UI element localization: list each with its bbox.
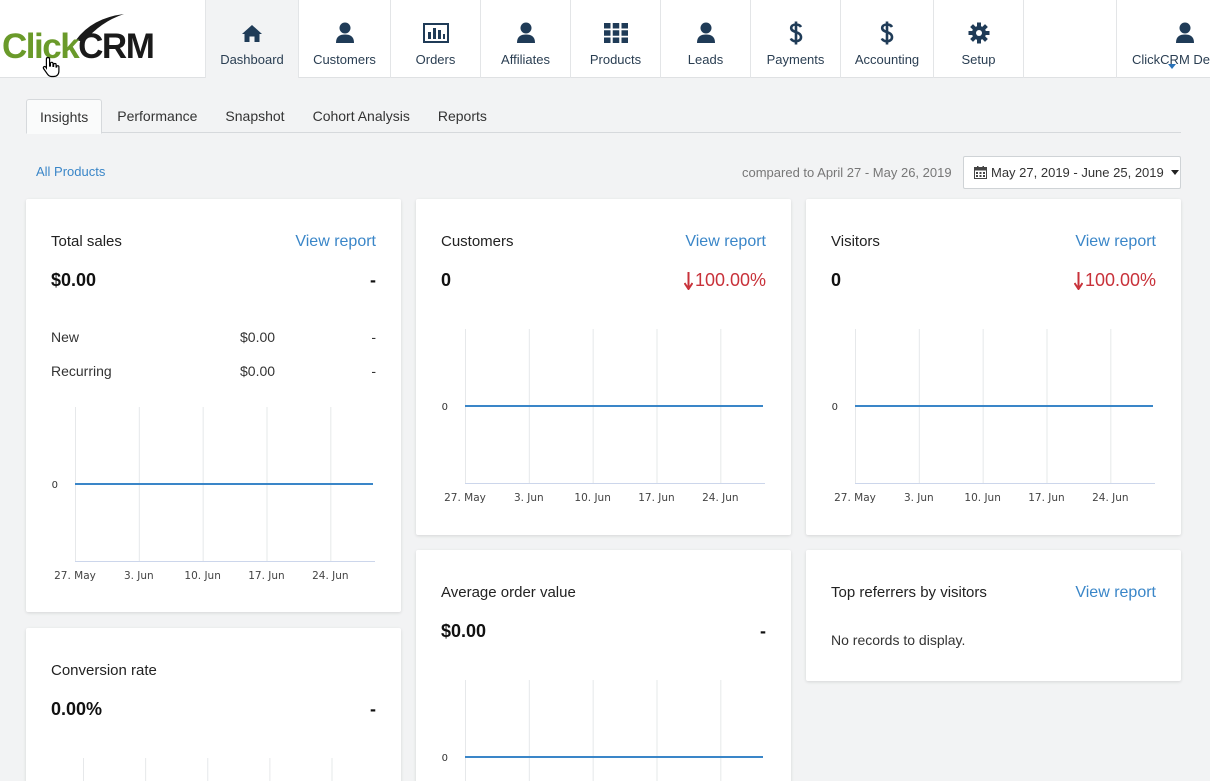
user-icon [335, 22, 354, 43]
chart-x-tick-label: 24. Jun [1092, 492, 1128, 504]
average-order-value-card: Average order value $0.00 - 0 [416, 550, 791, 781]
chart-x-tick-label: 17. Jun [1028, 492, 1064, 504]
user-menu[interactable]: ClickCRM Dev [1116, 0, 1210, 78]
chart-x-tick-label: 27. May [444, 492, 486, 504]
chart-x-tick-label: 3. Jun [904, 492, 934, 504]
nav-payments[interactable]: Payments [750, 0, 840, 78]
total-sales-card: Total sales View report $0.00 - New $0.0… [26, 199, 401, 612]
card-title: Top referrers by visitors [831, 584, 987, 601]
nav-dashboard[interactable]: Dashboard [205, 0, 298, 78]
top-referrers-card: Top referrers by visitors View report No… [806, 550, 1181, 681]
chart-x-tick-label: 10. Jun [574, 492, 610, 504]
tab-insights[interactable]: Insights [26, 99, 103, 134]
view-report-link[interactable]: View report [1075, 584, 1156, 602]
customers-chart: 0 27. May 3. Jun 10. Jun 17. Jun 24. Jun [442, 329, 765, 504]
home-icon [242, 24, 262, 42]
dashboard-subtabs: Insights Performance Snapshot Cohort Ana… [26, 99, 1181, 134]
date-range-picker[interactable]: May 27, 2019 - June 25, 2019 [963, 156, 1181, 189]
conversion-rate-chart [83, 758, 333, 781]
chart-y-tick-label: 0 [832, 402, 838, 413]
caret-down-icon [1170, 170, 1179, 175]
main-nav: Dashboard Customers Orders Affiliates Pr… [205, 0, 1115, 78]
chart-x-tick-label: 17. Jun [248, 570, 284, 582]
nav-orders-label: Orders [415, 52, 456, 67]
nav-affiliates[interactable]: Affiliates [480, 0, 570, 78]
conversion-rate-card: Conversion rate 0.00% - [26, 628, 401, 781]
chart-y-tick-label: 0 [442, 402, 448, 413]
gear-icon [968, 22, 989, 44]
chart-x-tick-label: 27. May [834, 492, 876, 504]
date-range-value: May 27, 2019 - June 25, 2019 [991, 165, 1164, 180]
visitors-chart: 0 27. May 3. Jun 10. Jun 17. Jun 24. Jun [832, 329, 1155, 504]
chart-x-tick-label: 3. Jun [514, 492, 544, 504]
empty-state-message: No records to display. [831, 632, 966, 648]
dollar-icon [880, 21, 894, 45]
average-order-value-chart: 0 [442, 680, 763, 781]
customers-card: Customers View report 0 100.00% 0 27. May… [416, 199, 791, 535]
nav-orders[interactable]: Orders [390, 0, 480, 78]
user-icon [516, 22, 535, 43]
grid-icon [603, 23, 628, 43]
dollar-icon [789, 21, 802, 45]
tab-cohort-analysis[interactable]: Cohort Analysis [300, 99, 423, 133]
all-products-link[interactable]: All Products [36, 164, 105, 179]
chart-x-tick-label: 27. May [54, 570, 96, 582]
nav-setup-label: Setup [961, 52, 996, 67]
user-icon [696, 22, 715, 43]
nav-spacer [1023, 0, 1115, 78]
chart-x-tick-label: 3. Jun [124, 570, 154, 582]
logo-wordmark: ClickCRM [2, 27, 155, 67]
nav-customers[interactable]: Customers [298, 0, 390, 78]
nav-leads[interactable]: Leads [660, 0, 750, 78]
clickcrm-logo[interactable]: ClickCRM [0, 12, 205, 72]
chart-x-tick-label: 10. Jun [184, 570, 220, 582]
tab-performance[interactable]: Performance [104, 99, 210, 133]
compared-period-text: compared to April 27 - May 26, 2019 [742, 165, 952, 180]
top-navbar: ClickCRM Dashboard Customers Orders Affi… [0, 0, 1210, 78]
tab-snapshot[interactable]: Snapshot [212, 99, 297, 133]
total-sales-chart: 0 27. May 3. Jun 10. Jun 17. Jun 24. Jun [52, 407, 375, 582]
nav-products-label: Products [589, 52, 642, 67]
chart-x-tick-label: 24. Jun [312, 570, 348, 582]
user-icon [1176, 22, 1194, 43]
chart-x-tick-label: 17. Jun [638, 492, 674, 504]
nav-accounting-label: Accounting [854, 52, 920, 67]
chart-y-tick-label: 0 [52, 480, 58, 491]
bar-chart-icon [422, 23, 449, 43]
nav-leads-label: Leads [687, 52, 724, 67]
logo-part-click: Click [2, 27, 80, 66]
nav-setup[interactable]: Setup [933, 0, 1023, 78]
nav-affiliates-label: Affiliates [501, 52, 550, 67]
nav-products[interactable]: Products [570, 0, 660, 78]
nav-dashboard-label: Dashboard [220, 52, 284, 67]
visitors-card: Visitors View report 0 100.00% 0 27. May 3… [806, 199, 1181, 535]
hand-cursor-icon [42, 56, 60, 78]
logo-part-crm: CRM [78, 27, 155, 66]
caret-down-icon [1168, 64, 1176, 69]
nav-customers-label: Customers [313, 52, 376, 67]
calendar-icon [974, 166, 987, 179]
nav-accounting[interactable]: Accounting [840, 0, 933, 78]
nav-payments-label: Payments [766, 52, 825, 67]
chart-x-tick-label: 24. Jun [702, 492, 738, 504]
tab-reports[interactable]: Reports [425, 99, 500, 133]
chart-y-tick-label: 0 [442, 753, 448, 764]
chart-x-tick-label: 10. Jun [964, 492, 1000, 504]
